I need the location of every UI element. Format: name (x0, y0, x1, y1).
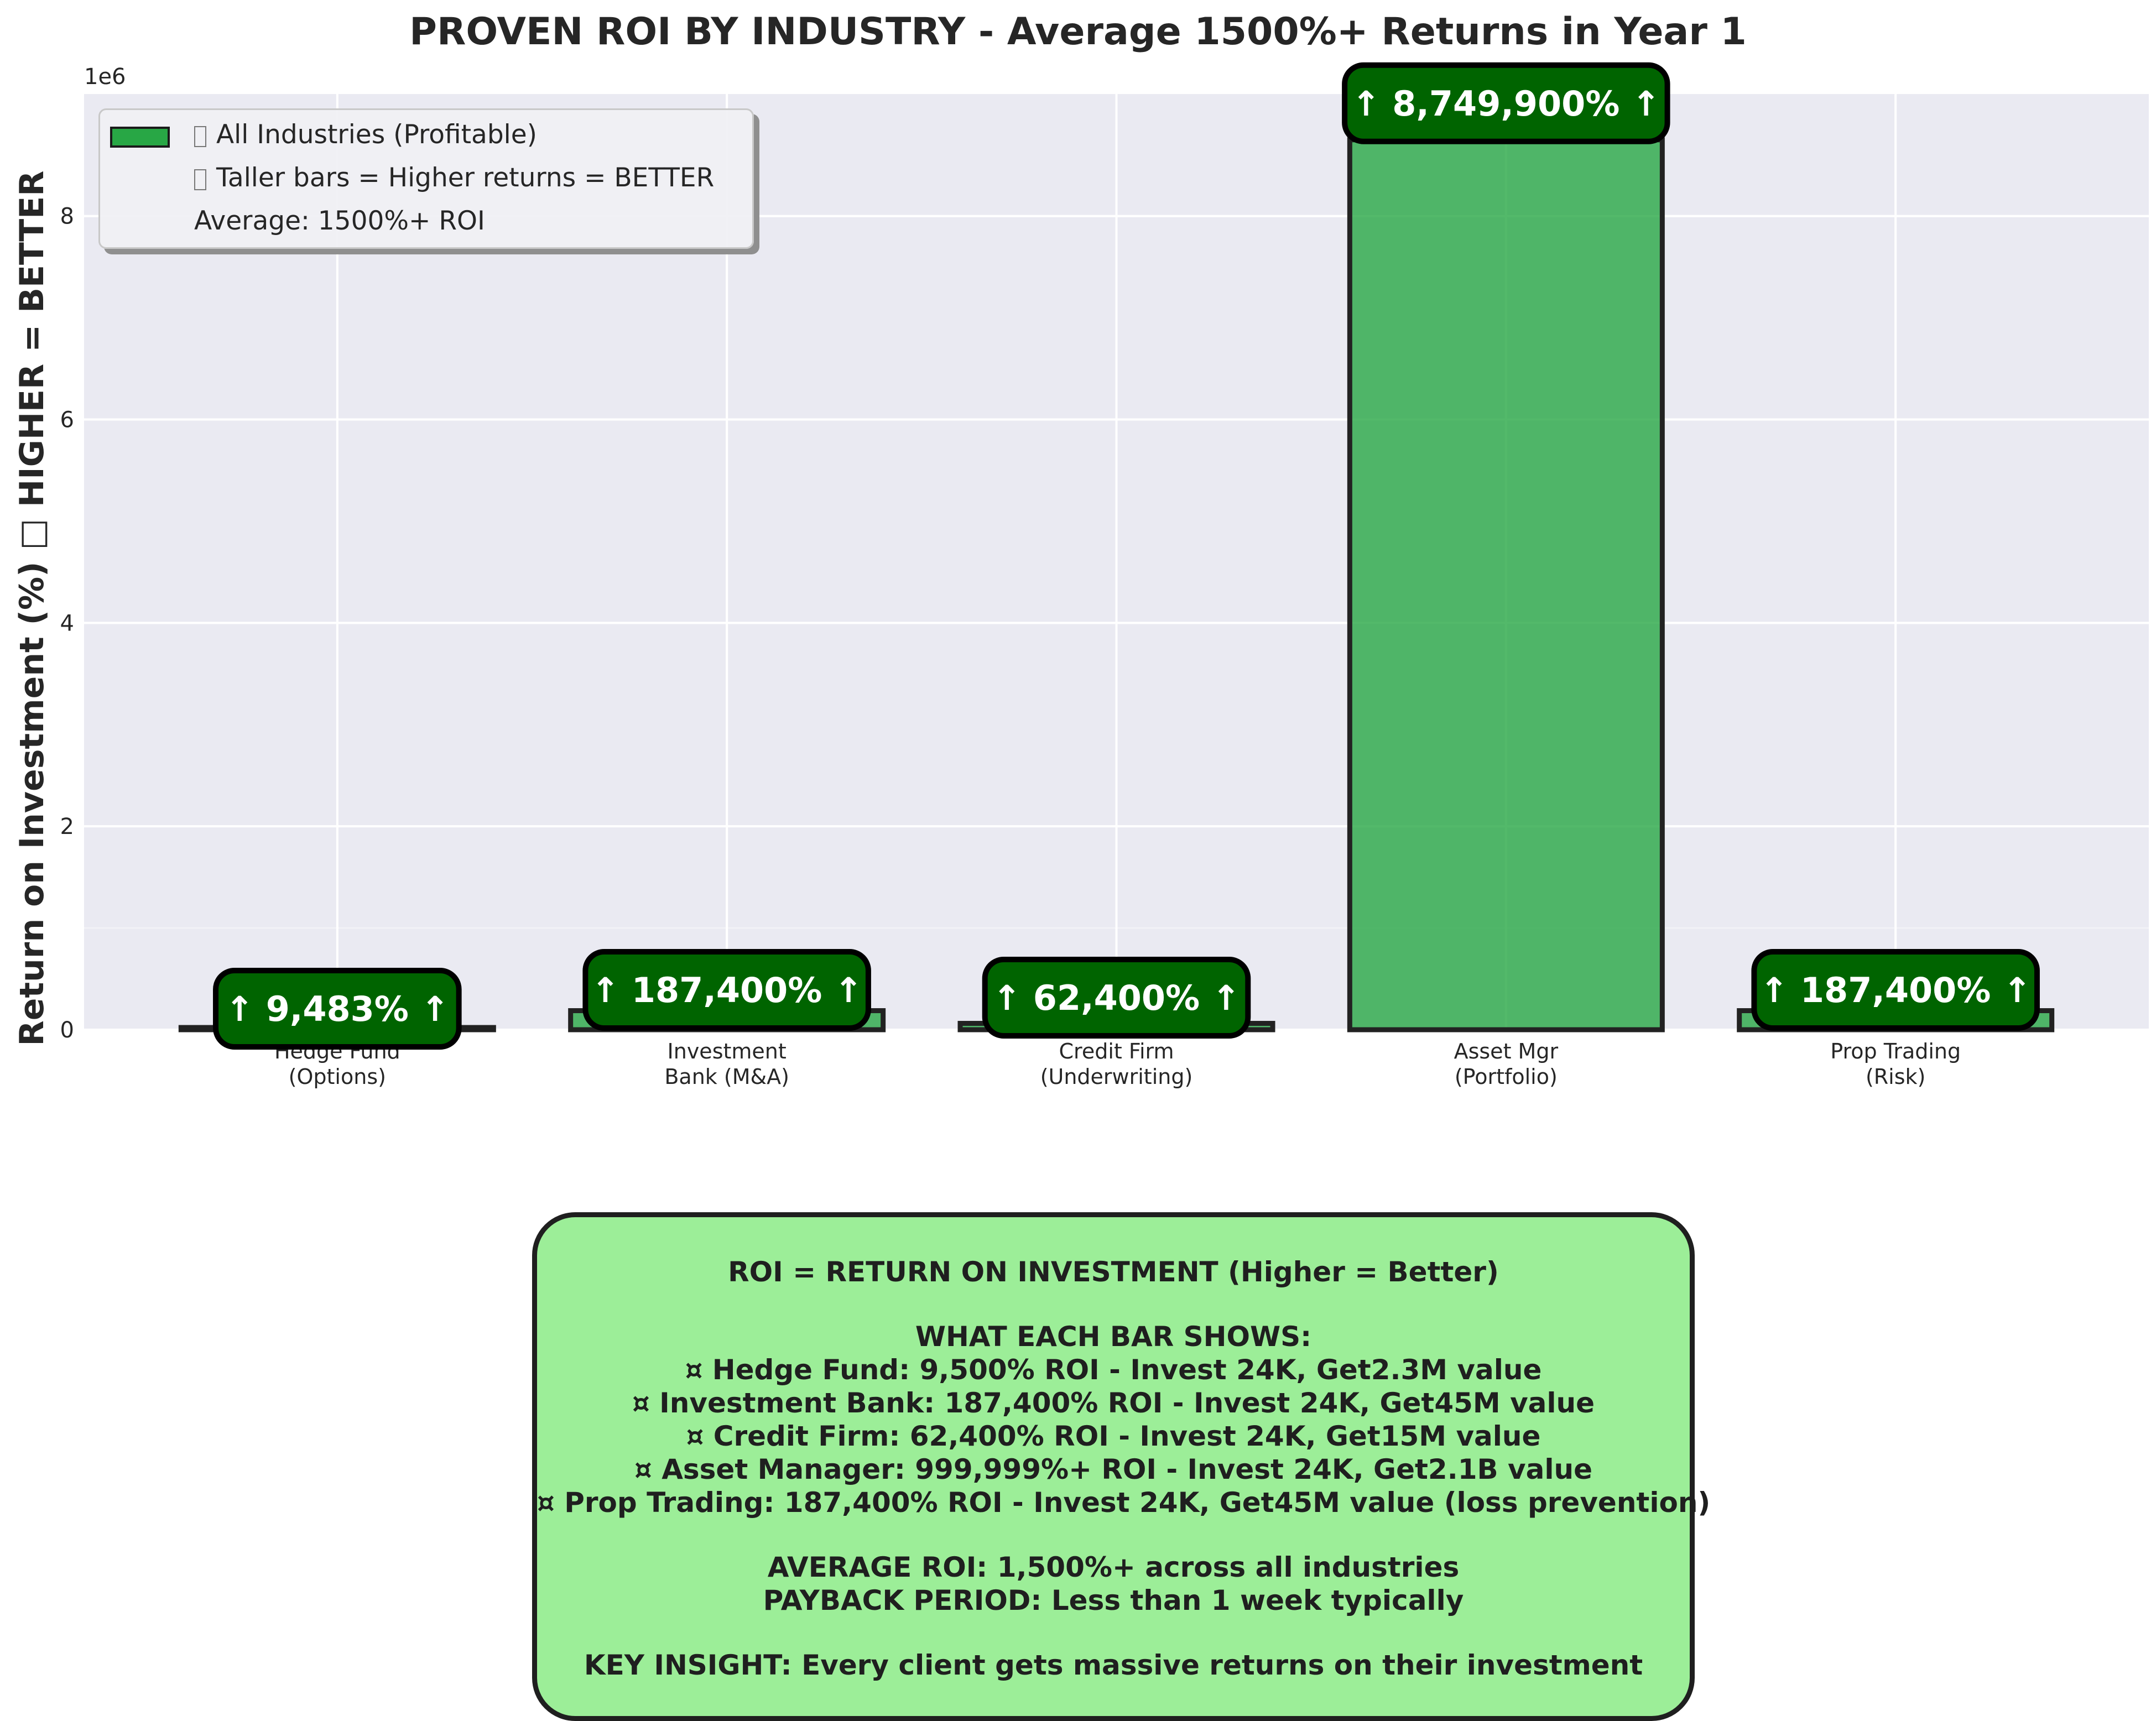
x-tick-label: Credit Firm (1059, 1039, 1174, 1063)
info-line: WHAT EACH BAR SHOWS: (915, 1321, 1312, 1353)
x-tick-label: Bank (M&A) (664, 1065, 789, 1089)
info-line: PAYBACK PERIOD: Less than 1 week typical… (763, 1584, 1464, 1616)
y-tick-label: 0 (60, 1018, 74, 1043)
chart-title: PROVEN ROI BY INDUSTRY - Average 1500%+ … (409, 10, 1747, 54)
info-line: ¤ Asset Manager: 999,999%+ ROI - Invest … (634, 1453, 1592, 1485)
info-line: ¤ Prop Trading: 187,400% ROI - Invest 24… (537, 1487, 1711, 1519)
data-label: ↑ 187,400% ↑ (1759, 970, 2032, 1010)
legend-swatch (110, 127, 170, 148)
roi-explanation-box: ROI = RETURN ON INVESTMENT (Higher = Bet… (532, 1212, 1711, 1721)
x-tick-label: Asset Mgr (1454, 1039, 1559, 1063)
y-tick-label: 4 (60, 611, 74, 636)
x-tick-label: Investment (668, 1039, 787, 1063)
info-line: ROI = RETURN ON INVESTMENT (Higher = Bet… (728, 1256, 1499, 1288)
x-tick-label: (Risk) (1866, 1065, 1925, 1089)
legend-label: Taller bars = Higher returns = BETTER (216, 163, 715, 193)
missing-glyph-icon (194, 169, 206, 190)
x-tick-label: (Underwriting) (1040, 1065, 1193, 1089)
legend: All Industries (Profitable) Taller bars … (98, 108, 754, 249)
x-tick-label: (Options) (289, 1065, 386, 1089)
info-line: KEY INSIGHT: Every client gets massive r… (584, 1649, 1643, 1681)
data-label: ↑ 9,483% ↑ (225, 989, 449, 1029)
x-tick-label: Prop Trading (1830, 1039, 1961, 1063)
y-axis-label: Return on Investment (%) □ HIGHER = BETT… (13, 170, 51, 1046)
data-label: ↑ 8,749,900% ↑ (1352, 84, 1660, 124)
legend-label: Average: 1500%+ ROI (194, 206, 485, 236)
info-line: ¤ Investment Bank: 187,400% ROI - Invest… (632, 1387, 1595, 1419)
legend-label: All Industries (Profitable) (216, 119, 537, 150)
info-line: ¤ Credit Firm: 62,400% ROI - Invest 24K,… (686, 1420, 1541, 1452)
bar (1347, 137, 1665, 1032)
y-tick-label: 2 (60, 814, 74, 839)
info-line: AVERAGE ROI: 1,500%+ across all industri… (767, 1551, 1460, 1583)
x-tick-label: (Portfolio) (1455, 1065, 1558, 1089)
y-scale-label: 1e6 (84, 64, 126, 90)
y-tick-label: 8 (60, 204, 74, 230)
y-tick-label: 6 (60, 408, 74, 433)
roi-chart: 0 2 4 6 8 1e6 Hedge Fund (Options) Investment Ban… (0, 0, 2156, 1721)
data-label: ↑ 62,400% ↑ (992, 978, 1240, 1018)
info-line: ¤ Hedge Fund: 9,500% ROI - Invest 24K, G… (685, 1354, 1542, 1386)
missing-glyph-icon (194, 126, 206, 147)
data-label: ↑ 187,400% ↑ (591, 970, 863, 1010)
